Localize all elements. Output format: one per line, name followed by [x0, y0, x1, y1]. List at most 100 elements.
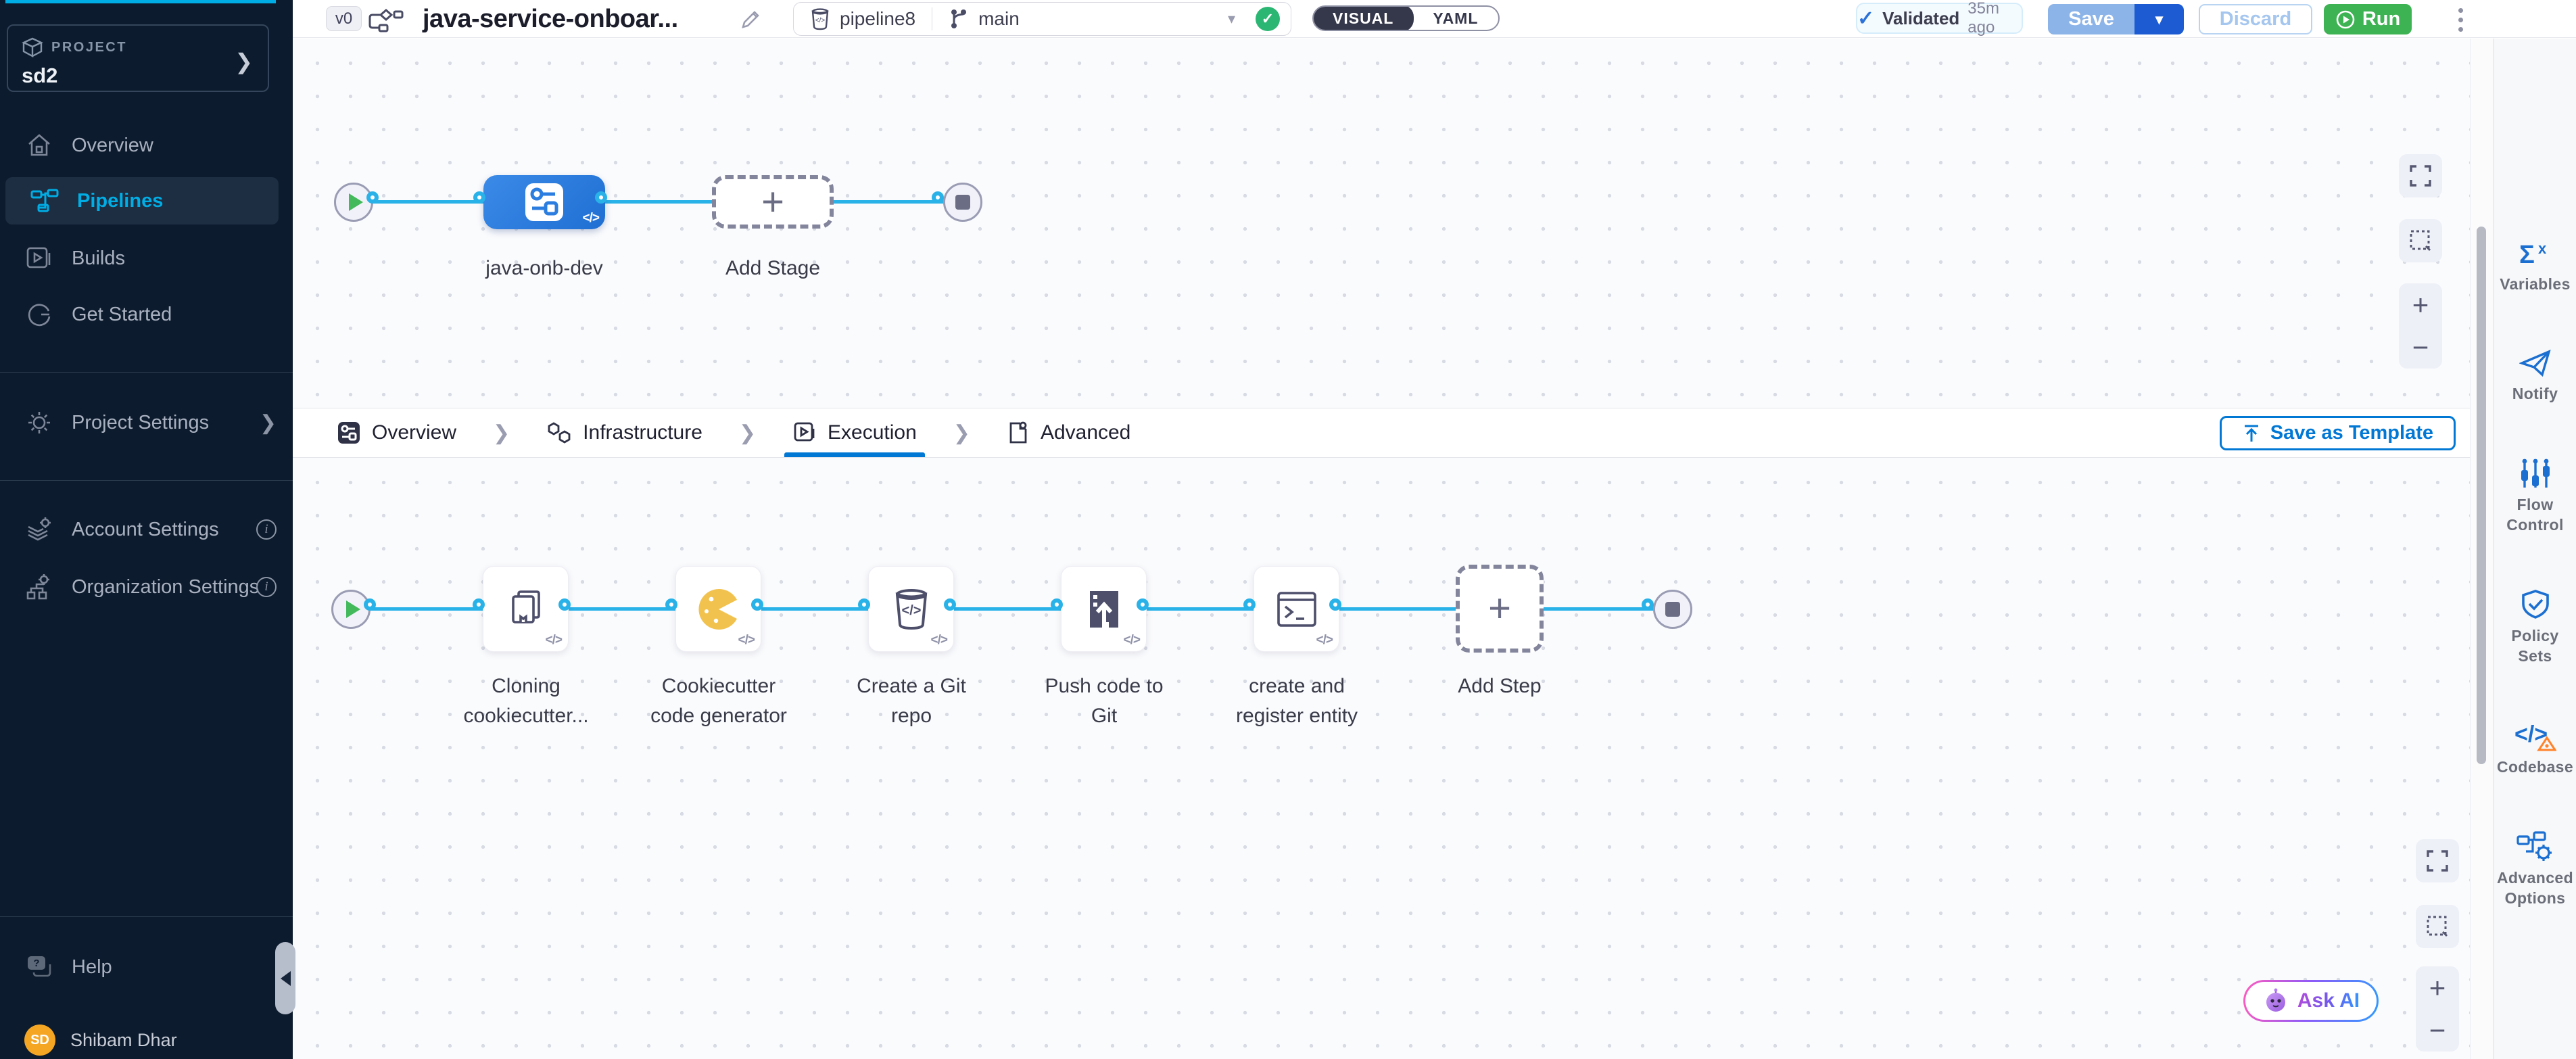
chevron-down-icon[interactable]: ▾ [1228, 10, 1235, 28]
step-cloning-cookiecutter[interactable]: </> [483, 566, 569, 652]
sidebar-item-label: Overview [72, 135, 153, 157]
execution-end-node[interactable] [1653, 590, 1692, 629]
advanced-tab-icon [1007, 421, 1030, 445]
run-label: Run [2362, 8, 2400, 30]
edit-pencil-icon[interactable] [739, 8, 762, 31]
builds-icon [24, 246, 54, 270]
select-mode-button[interactable] [2416, 905, 2459, 948]
zoom-in-button[interactable]: + [2416, 966, 2459, 1009]
zoom-out-button[interactable]: − [2416, 1009, 2459, 1052]
connector-port [1137, 598, 1149, 611]
code-badge-icon: </> [931, 633, 947, 648]
tab-advanced[interactable]: Advanced [999, 408, 1139, 457]
discard-button[interactable]: Discard [2199, 4, 2312, 34]
panel-item-notify[interactable]: Notify [2512, 348, 2558, 404]
zoom-out-button[interactable]: − [2399, 326, 2442, 369]
code-badge-icon: </> [546, 633, 562, 648]
stage-canvas[interactable]: </> + java-onb-dev Add Stage + − [293, 39, 2470, 408]
visual-yaml-toggle[interactable]: VISUAL YAML [1312, 5, 1500, 31]
sidebar-item-organization-settings[interactable]: Organization Settings i [0, 563, 293, 611]
sidebar-item-label: Project Settings [72, 412, 209, 434]
fullscreen-button[interactable] [2399, 154, 2442, 197]
connector-port [665, 598, 677, 611]
connector-port [932, 191, 944, 204]
sidebar-item-account-settings[interactable]: Account Settings i [0, 506, 293, 553]
panel-item-flow-control[interactable]: FlowControl [2506, 458, 2564, 535]
save-as-template-label: Save as Template [2270, 422, 2433, 444]
panel-item-advanced-options[interactable]: AdvancedOptions [2497, 831, 2573, 908]
tab-execution[interactable]: Execution [784, 408, 925, 457]
get-started-icon [24, 302, 54, 327]
tab-infrastructure[interactable]: Infrastructure [538, 408, 711, 457]
branch-select[interactable]: main [932, 7, 1036, 30]
pipeline-end-node[interactable] [943, 183, 982, 222]
zoom-in-button[interactable]: + [2399, 283, 2442, 326]
step-cookiecutter-generator[interactable]: </> [675, 566, 761, 652]
stage-node-java-onb-dev[interactable]: </> [483, 175, 605, 229]
sidebar-item-overview[interactable]: Overview [0, 122, 293, 169]
repo-icon: </> [810, 7, 830, 30]
panel-item-policy-sets[interactable]: PolicySets [2511, 589, 2558, 666]
project-selector[interactable]: PROJECT sd2 ❯ [7, 24, 269, 92]
more-options-kebab[interactable] [2447, 6, 2474, 33]
panel-item-codebase[interactable]: </> Codebase [2497, 720, 2573, 777]
pipeline-start-node[interactable] [334, 183, 373, 222]
add-stage-button[interactable]: + [712, 175, 834, 229]
svg-text:Σ: Σ [2519, 241, 2535, 268]
sidebar-item-label: Organization Settings [72, 576, 259, 598]
sidebar-item-pipelines[interactable]: Pipelines [5, 177, 279, 225]
step-push-code-to-git[interactable]: </> [1061, 566, 1147, 652]
save-split-button: Save ▾ [2048, 4, 2184, 34]
toggle-yaml[interactable]: YAML [1412, 5, 1498, 31]
left-sidebar: PROJECT sd2 ❯ Overview Pipelines Builds … [0, 0, 293, 1059]
start-play-icon [346, 601, 360, 618]
pipeline-select[interactable]: </> pipeline8 [794, 7, 932, 30]
run-play-icon [2335, 9, 2356, 30]
right-tools-panel: Σx Variables Notify FlowControl PolicySe… [2494, 39, 2576, 1059]
connector-port [1642, 598, 1654, 611]
execution-canvas[interactable]: </> </> </> </> </> </> + Cloningcookiec… [293, 458, 2470, 1059]
pipelines-icon [30, 189, 59, 213]
validated-badge[interactable]: ✓ Validated 35m ago [1856, 3, 2023, 34]
save-as-template-button[interactable]: Save as Template [2220, 416, 2456, 450]
select-mode-button[interactable] [2399, 219, 2442, 262]
sidebar-divider [0, 480, 293, 481]
sidebar-item-get-started[interactable]: Get Started [0, 291, 293, 338]
tab-label: Infrastructure [583, 421, 702, 444]
save-menu-caret[interactable]: ▾ [2134, 4, 2184, 34]
sidebar-item-project-settings[interactable]: Project Settings ❯ [0, 399, 293, 446]
step-label: Create a Gitrepo [824, 672, 999, 731]
vertical-scrollbar[interactable] [2477, 227, 2486, 764]
add-step-button[interactable]: + [1456, 565, 1544, 653]
sidebar-collapse-handle[interactable] [275, 942, 295, 1014]
ask-ai-label: Ask AI [2297, 989, 2360, 1012]
connector-port [473, 191, 485, 204]
sidebar-item-help[interactable]: ? Help [0, 943, 293, 991]
step-create-git-repo[interactable]: </> </> [868, 566, 954, 652]
pipeline-tag-icon [367, 6, 405, 33]
fullscreen-button[interactable] [2416, 839, 2459, 883]
execution-start-node[interactable] [331, 590, 371, 629]
toggle-visual[interactable]: VISUAL [1312, 5, 1414, 31]
step-label: Cookiecuttercode generator [631, 672, 807, 731]
chevron-right-icon: ❯ [235, 49, 253, 74]
pipeline-select-label: pipeline8 [840, 8, 915, 30]
save-button[interactable]: Save [2048, 4, 2134, 34]
plus-icon: + [761, 183, 784, 222]
sidebar-item-builds[interactable]: Builds [0, 235, 293, 282]
step-create-register-entity[interactable]: </> [1254, 566, 1339, 652]
ask-ai-button[interactable]: Ask AI [2243, 980, 2379, 1022]
connector-port [473, 598, 485, 611]
tab-overview[interactable]: Overview [329, 408, 464, 457]
panel-item-variables[interactable]: Σx Variables [2500, 239, 2571, 294]
codebase-icon: </> [2514, 720, 2556, 751]
run-button[interactable]: Run [2324, 4, 2412, 34]
git-push-icon [1082, 587, 1126, 632]
cookiecutter-icon [695, 586, 742, 633]
fullscreen-icon [2409, 164, 2432, 187]
ai-robot-icon [2262, 987, 2289, 1014]
step-label: Cloningcookiecutter... [438, 672, 614, 731]
user-menu[interactable]: SD Shibam Dhar [0, 1016, 293, 1059]
add-stage-label: Add Stage [692, 254, 854, 283]
info-icon: i [256, 577, 277, 597]
